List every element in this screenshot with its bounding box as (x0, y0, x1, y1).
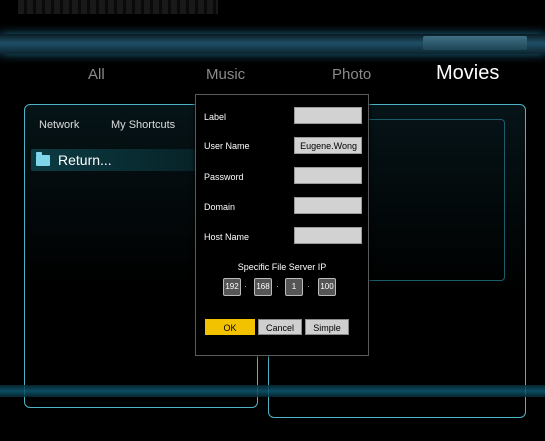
ip-separator: · (276, 281, 279, 291)
password-input[interactable] (294, 167, 362, 184)
header-highlight (423, 36, 527, 50)
username-field-label: User Name (204, 141, 250, 151)
ip-separator: · (244, 281, 247, 291)
password-field-label: Password (204, 172, 244, 182)
network-login-dialog: Label User Name Eugene.Wong Password Dom… (195, 94, 369, 356)
return-label[interactable]: Return... (58, 152, 112, 168)
label-input[interactable] (294, 107, 362, 124)
tab-all[interactable]: All (88, 66, 105, 83)
ip-octet-4[interactable]: 100 (318, 278, 336, 296)
top-banner-remnant (18, 0, 218, 14)
return-row[interactable] (31, 149, 201, 171)
tab-photo[interactable]: Photo (332, 66, 371, 83)
ok-button[interactable]: OK (205, 319, 255, 335)
ip-separator: · (307, 281, 310, 291)
hostname-input[interactable] (294, 227, 362, 244)
domain-input[interactable] (294, 197, 362, 214)
nav-my-shortcuts[interactable]: My Shortcuts (111, 119, 175, 131)
nav-network[interactable]: Network (39, 119, 79, 131)
media-tabs: All Music Photo Movies (0, 60, 545, 90)
tab-music[interactable]: Music (206, 66, 245, 83)
tab-movies[interactable]: Movies (436, 62, 499, 85)
footer-band (0, 385, 545, 397)
cancel-button[interactable]: Cancel (258, 319, 302, 335)
ip-section-title: Specific File Server IP (237, 262, 327, 272)
label-field-label: Label (204, 112, 227, 122)
ip-octet-3[interactable]: 1 (285, 278, 303, 296)
username-input[interactable]: Eugene.Wong (294, 137, 362, 154)
ip-octet-2[interactable]: 168 (254, 278, 272, 296)
folder-icon (36, 152, 50, 166)
hostname-field-label: Host Name (204, 232, 250, 242)
domain-field-label: Domain (204, 202, 236, 212)
simple-button[interactable]: Simple (305, 319, 349, 335)
header-band (0, 34, 545, 54)
ip-octet-1[interactable]: 192 (223, 278, 241, 296)
